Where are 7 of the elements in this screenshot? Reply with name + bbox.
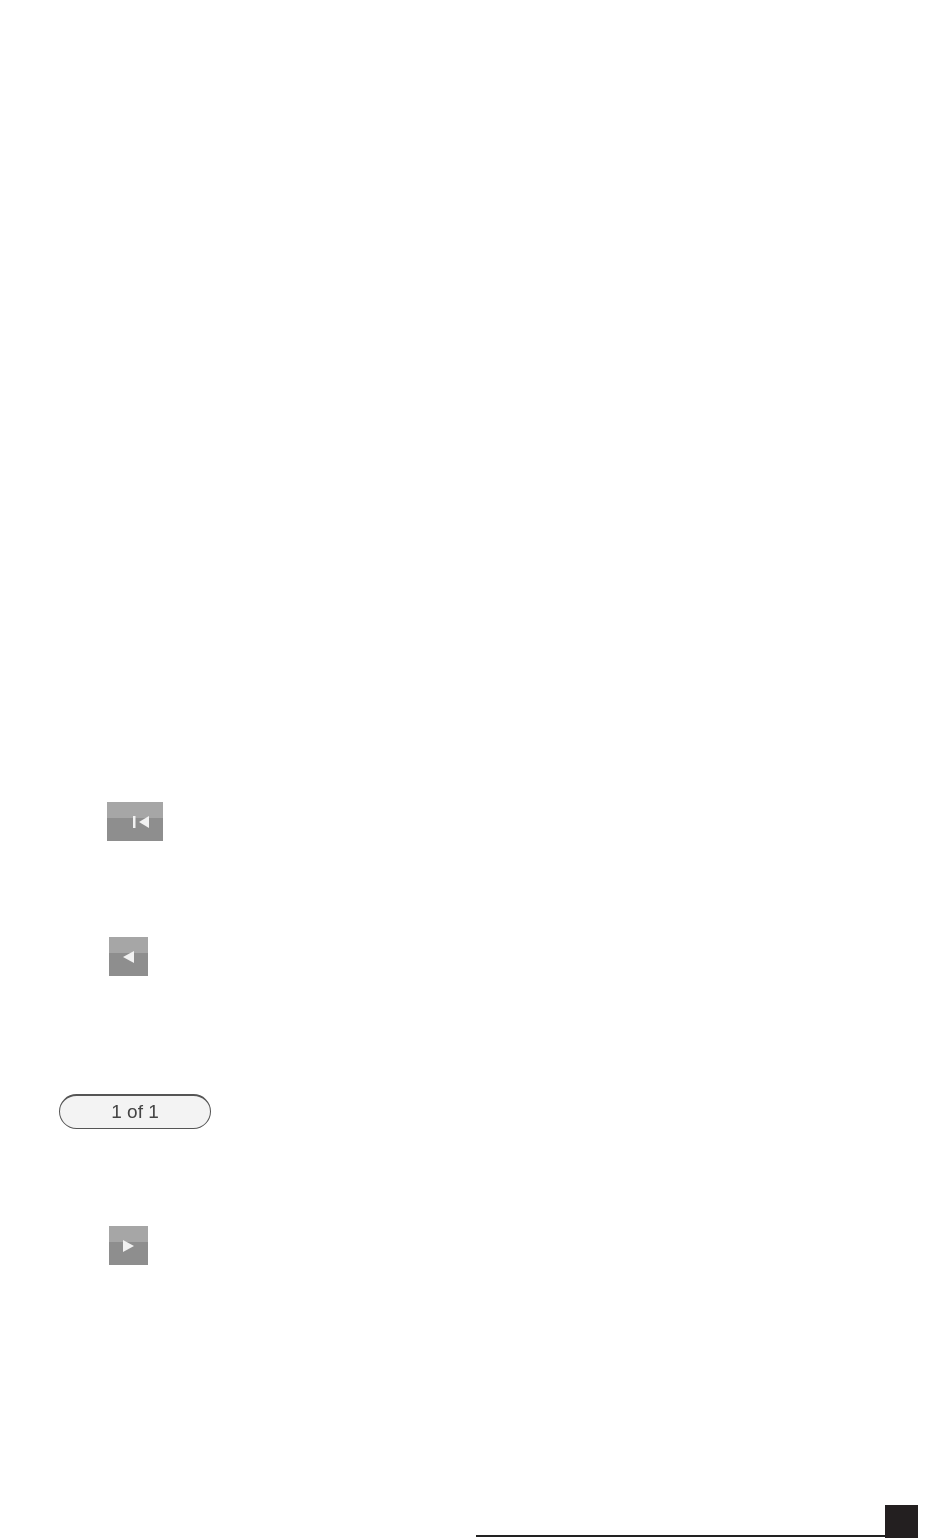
page-indicator: 1 of 1 (59, 1094, 211, 1129)
skip-to-start-icon (133, 815, 151, 828)
previous-page-button[interactable] (109, 937, 148, 976)
left-triangle-icon (123, 950, 134, 963)
first-page-button[interactable] (107, 802, 163, 841)
next-page-button[interactable] (109, 1226, 148, 1265)
right-triangle-icon (123, 1239, 134, 1252)
